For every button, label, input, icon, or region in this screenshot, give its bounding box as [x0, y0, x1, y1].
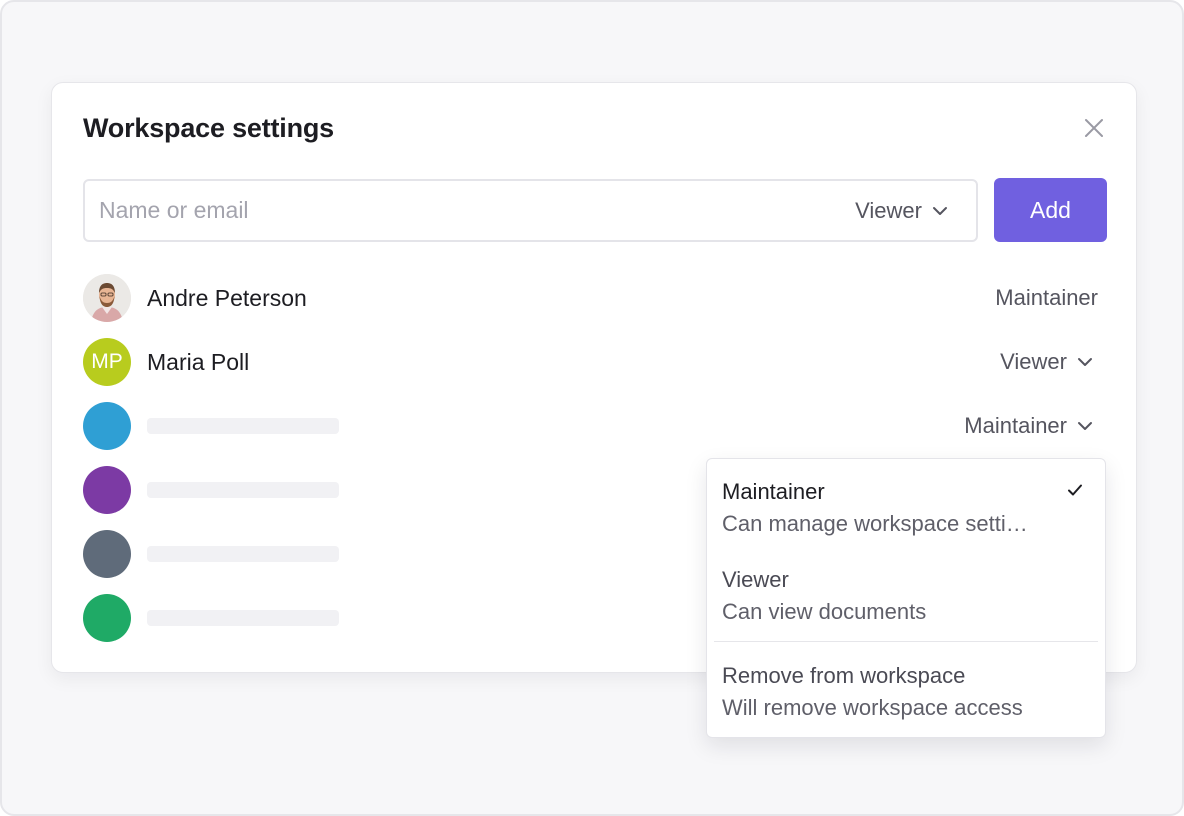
chevron-down-icon — [1078, 358, 1092, 366]
avatar — [83, 402, 131, 450]
option-title: Maintainer — [722, 479, 825, 504]
member-role-label: Maintainer — [995, 285, 1098, 310]
option-description: Will remove workspace access — [722, 695, 1023, 720]
avatar — [83, 466, 131, 514]
invite-field: Viewer — [83, 179, 978, 242]
member-row: Maintainer — [83, 402, 1107, 450]
avatar — [83, 530, 131, 578]
member-role-label: Maintainer — [964, 413, 1067, 438]
remove-from-workspace-option[interactable]: Remove from workspace Will remove worksp… — [707, 643, 1105, 737]
user-photo-icon — [83, 274, 131, 322]
menu-divider — [714, 641, 1098, 642]
invite-role-label: Viewer — [855, 197, 922, 223]
member-row: MP Maria Poll Viewer — [83, 338, 1107, 386]
close-icon — [1085, 119, 1103, 137]
role-option-maintainer[interactable]: Maintainer Can manage workspace setti… — [707, 459, 1105, 547]
name-placeholder — [147, 610, 339, 626]
member-role: Maintainer — [995, 274, 1098, 322]
chevron-down-icon — [933, 206, 947, 215]
option-description: Can manage workspace setti… — [722, 511, 1028, 536]
member-name: Maria Poll — [147, 349, 250, 375]
role-option-viewer[interactable]: Viewer Can view documents — [707, 547, 1105, 637]
member-row: Andre Peterson Maintainer — [83, 274, 1107, 322]
member-role-dropdown[interactable]: Viewer — [1000, 338, 1093, 386]
avatar — [83, 274, 131, 322]
chevron-down-icon — [1078, 422, 1092, 430]
name-placeholder — [147, 482, 339, 498]
member-name: Andre Peterson — [147, 285, 307, 311]
avatar — [83, 594, 131, 642]
option-title: Viewer — [722, 567, 789, 592]
check-icon — [1068, 484, 1082, 496]
avatar: MP — [83, 338, 131, 386]
name-placeholder — [147, 546, 339, 562]
role-menu: Maintainer Can manage workspace setti… V… — [706, 458, 1106, 738]
member-role-label: Viewer — [1000, 349, 1067, 374]
invite-role-select[interactable]: Viewer — [855, 181, 948, 240]
name-placeholder — [147, 418, 339, 434]
add-button[interactable]: Add — [994, 178, 1107, 242]
page-background: Workspace settings Viewer Add — [0, 0, 1184, 816]
avatar-initials: MP — [91, 350, 123, 373]
modal-title: Workspace settings — [83, 113, 334, 143]
option-description: Can view documents — [722, 599, 927, 624]
close-button[interactable] — [1080, 114, 1108, 142]
member-role-dropdown[interactable]: Maintainer — [964, 402, 1093, 450]
option-title: Remove from workspace — [722, 663, 966, 688]
name-or-email-input[interactable] — [99, 181, 799, 240]
